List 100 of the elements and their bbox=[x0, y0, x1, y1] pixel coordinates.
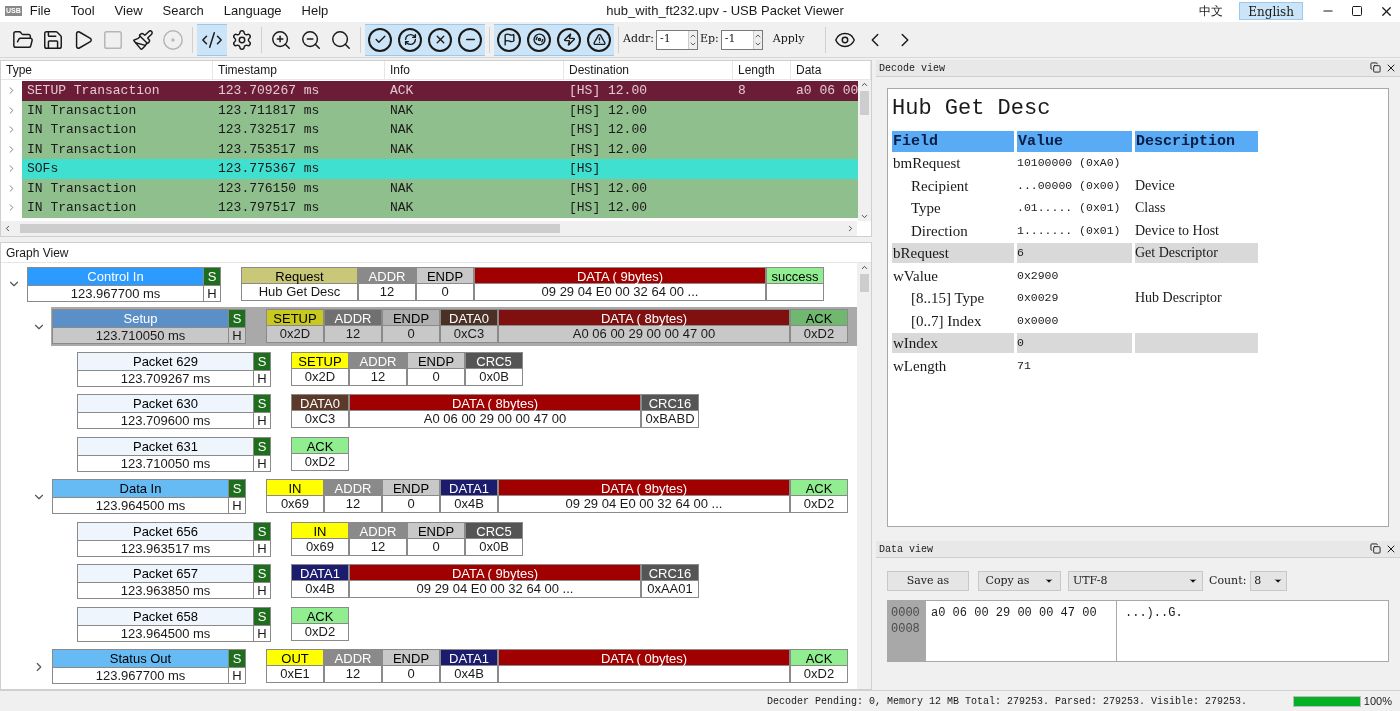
transaction-block[interactable]: Control In 123.967700 ms S H Request Hub Get Desc ADDR 12 ENDP 0 DATA ( 9bytes) 09 29 04 E0 00 32 64 00 ... success bbox=[26, 264, 857, 304]
table-cell: 123.753517 ms bbox=[218, 141, 320, 157]
transaction-block[interactable]: Packet 657 123.963850 ms S H DATA1 0x4B DATA ( 9bytes) 09 29 04 E0 00 32 64 00 ... CRC16 0xAA01 bbox=[76, 562, 857, 602]
save-as-button[interactable]: Save as bbox=[887, 571, 969, 591]
field-name: wIndex bbox=[893, 335, 938, 352]
speed-flag: S bbox=[254, 352, 270, 370]
scroll-up-icon[interactable] bbox=[859, 263, 869, 272]
settings-icon bbox=[231, 28, 253, 51]
scroll-left-icon[interactable] bbox=[3, 224, 12, 233]
packet-row[interactable]: IN Transaction 123.732517 ms NAK [HS] 12.00 bbox=[22, 120, 859, 140]
window-title: hub_with_ft232.upv - USB Packet Viewer bbox=[606, 2, 844, 21]
menu-item[interactable]: Language bbox=[223, 1, 282, 21]
column-header[interactable]: Type bbox=[6, 61, 32, 79]
addr-spinbox[interactable]: -1 bbox=[656, 29, 698, 50]
column-header[interactable]: Data bbox=[796, 61, 822, 79]
vertical-scrollbar[interactable] bbox=[858, 80, 871, 221]
field-name: wLength bbox=[893, 357, 947, 374]
field-header: ENDP bbox=[382, 649, 440, 667]
field-header: ADDR bbox=[324, 479, 382, 497]
float-icon[interactable] bbox=[1370, 543, 1381, 554]
decode-row[interactable]: Recipient ...00000 (0x00) Device bbox=[892, 174, 1384, 197]
field-header: ADDR bbox=[349, 521, 407, 539]
field-value: 09 29 04 E0 00 32 64 00 ... bbox=[349, 581, 641, 599]
field-description: Device to Host bbox=[1135, 222, 1219, 238]
scroll-right-icon[interactable] bbox=[846, 224, 855, 233]
code-button[interactable] bbox=[197, 23, 227, 56]
packet-row[interactable]: IN Transaction 123.711817 ms NAK [HS] 12.00 bbox=[22, 100, 859, 120]
table-cell: 123.776150 ms bbox=[218, 180, 320, 196]
scroll-thumb[interactable] bbox=[860, 91, 870, 115]
packet-row[interactable]: IN Transaction 123.776150 ms NAK [HS] 12.00 bbox=[22, 178, 859, 198]
close-icon[interactable] bbox=[1385, 543, 1397, 555]
decode-row[interactable]: Direction 1....... (0x01) Device to Host bbox=[892, 219, 1384, 242]
scroll-down-icon[interactable] bbox=[860, 212, 870, 221]
decode-row[interactable]: wValue 0x2900 bbox=[892, 264, 1384, 287]
packet-row[interactable]: IN Transaction 123.753517 ms NAK [HS] 12.00 bbox=[22, 139, 859, 159]
close-icon[interactable] bbox=[1385, 62, 1397, 74]
apply-button[interactable]: Apply bbox=[770, 31, 807, 48]
decode-row[interactable]: wIndex 0 bbox=[892, 332, 1384, 355]
column-header[interactable]: Timestamp bbox=[218, 61, 277, 79]
timestamp-cell: 123.710050 ms bbox=[53, 327, 228, 344]
hex-bytes: a0 06 00 29 00 00 47 00 bbox=[931, 605, 1098, 621]
scroll-thumb[interactable] bbox=[20, 224, 560, 233]
search-icon bbox=[330, 28, 352, 51]
transaction-block[interactable]: Status Out 123.967700 ms S H OUT 0xE1 ADDR 12 ENDP 0 DATA1 0x4B DATA ( 0bytes) ACK 0xD2 bbox=[51, 647, 857, 687]
decode-row[interactable]: wLength 71 bbox=[892, 354, 1384, 377]
maximize-icon[interactable] bbox=[1351, 5, 1363, 17]
packet-row[interactable]: SETUP Transaction 123.709267 ms ACK [HS] 12.00 8 a0 06 00 bbox=[22, 81, 859, 101]
field-header: CRC16 bbox=[641, 564, 699, 582]
field-value: 0xD2 bbox=[790, 326, 848, 344]
ep-spinbox[interactable]: -1 bbox=[720, 29, 763, 50]
decode-row[interactable]: Type .01..... (0x01) Class bbox=[892, 197, 1384, 220]
table-cell: NAK bbox=[390, 102, 414, 118]
menu-item[interactable]: File bbox=[29, 1, 51, 21]
count-select[interactable]: 8 bbox=[1250, 571, 1288, 591]
decode-row[interactable]: bmRequest 10100000 (0xA0) bbox=[892, 152, 1384, 175]
name-header: Packet 629 bbox=[78, 352, 253, 370]
transaction-block[interactable]: Data In 123.964500 ms S H IN 0x69 ADDR 12 ENDP 0 DATA1 0x4B DATA ( 9bytes) 09 29 04 E0 00 32 64 00 ... ACK 0xD2 bbox=[51, 477, 857, 517]
table-cell: [HS] bbox=[569, 161, 601, 176]
decode-heading: Hub Get Desc bbox=[892, 95, 1052, 123]
flag-icon bbox=[497, 27, 521, 52]
check-button[interactable] bbox=[365, 23, 395, 56]
speed-flag: S bbox=[254, 607, 270, 625]
packet-row[interactable]: SOFs 123.775367 ms [HS] bbox=[22, 159, 859, 179]
decode-row[interactable]: [8..15] Type 0x0029 Hub Descriptor bbox=[892, 287, 1384, 310]
column-header[interactable]: Destination bbox=[569, 61, 630, 79]
decode-row[interactable]: bRequest 6 Get Descriptor bbox=[892, 242, 1384, 265]
transaction-block[interactable]: Packet 656 123.963517 ms S H IN 0x69 ADDR 12 ENDP 0 CRC5 0x0B bbox=[76, 519, 857, 559]
language-button[interactable]: English bbox=[1239, 2, 1303, 20]
field-header: ADDR bbox=[349, 351, 407, 369]
field-header: DATA ( 8bytes) bbox=[498, 309, 790, 327]
warning-button[interactable] bbox=[584, 23, 614, 56]
decode-row[interactable]: [0..7] Index 0x0000 bbox=[892, 309, 1384, 332]
field-value: 1....... (0x01) bbox=[1017, 223, 1121, 237]
vertical-scrollbar[interactable] bbox=[857, 263, 871, 689]
scroll-up-icon[interactable] bbox=[860, 80, 870, 89]
menu-item[interactable]: Help bbox=[301, 1, 329, 21]
column-header[interactable]: Length bbox=[738, 61, 775, 79]
transaction-block[interactable]: Packet 658 123.964500 ms S H ACK 0xD2 bbox=[76, 604, 857, 644]
encoding-select[interactable]: UTF-8 bbox=[1068, 571, 1203, 591]
language-button[interactable]: 中文 bbox=[1191, 2, 1232, 20]
table-cell: [HS] 12.00 bbox=[569, 200, 647, 215]
transaction-block[interactable]: Packet 629 123.709267 ms S H SETUP 0x2D ADDR 12 ENDP 0 CRC5 0x0B bbox=[76, 349, 857, 389]
transaction-block[interactable]: Packet 631 123.710050 ms S H ACK 0xD2 bbox=[76, 434, 857, 474]
floppy-icon bbox=[42, 28, 64, 51]
column-header[interactable]: Info bbox=[390, 61, 410, 79]
float-icon[interactable] bbox=[1370, 62, 1381, 73]
copy-as-dropdown[interactable]: Copy as bbox=[978, 571, 1061, 591]
packet-row[interactable]: IN Transaction 123.797517 ms NAK [HS] 12.00 bbox=[22, 198, 859, 218]
field-description: Device bbox=[1135, 177, 1175, 193]
scroll-thumb[interactable] bbox=[859, 274, 869, 292]
menu-item[interactable]: Search bbox=[162, 1, 204, 21]
field-header: DATA0 bbox=[291, 394, 349, 412]
minus-button[interactable] bbox=[455, 23, 485, 56]
flag-button[interactable] bbox=[494, 23, 524, 56]
menu-item[interactable]: Tool bbox=[70, 1, 95, 21]
transaction-block[interactable]: Packet 630 123.709600 ms S H DATA0 0xC3 DATA ( 8bytes) A0 06 00 29 00 00 47 00 CRC16 0xBABD bbox=[76, 392, 857, 432]
horizontal-scrollbar[interactable] bbox=[1, 221, 857, 236]
menu-item[interactable]: View bbox=[114, 1, 143, 21]
transaction-block[interactable]: Setup 123.710050 ms S H SETUP 0x2D ADDR 12 ENDP 0 DATA0 0xC3 DATA ( 8bytes) A0 06 00 29 00 00 47 00 ACK 0xD2 bbox=[51, 307, 857, 347]
table-cell: SETUP Transaction bbox=[27, 83, 160, 98]
